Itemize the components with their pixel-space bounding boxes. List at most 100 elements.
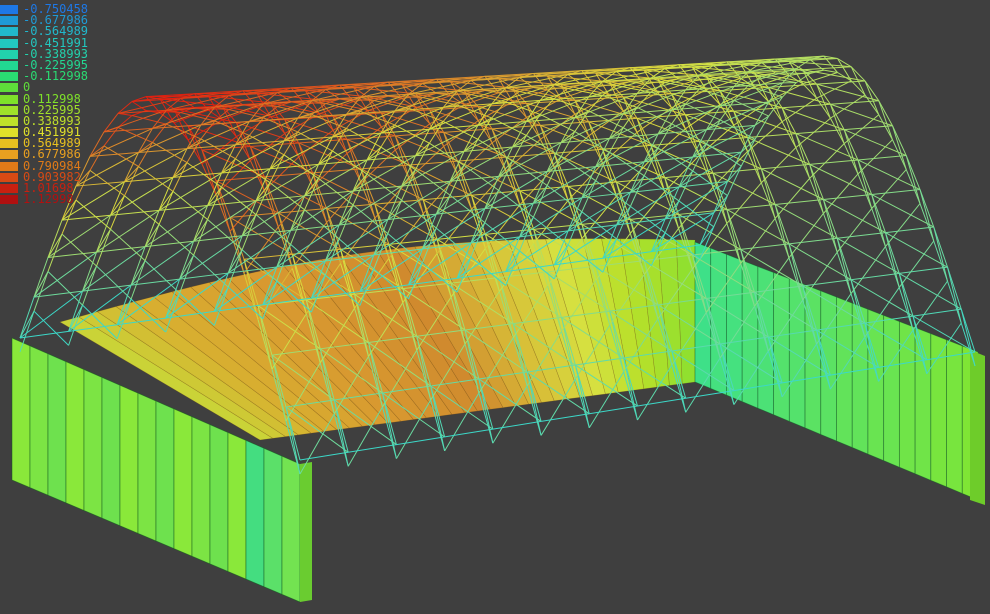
legend-swatch (0, 139, 18, 148)
truss-member (450, 165, 464, 181)
truss-member (913, 281, 947, 330)
truss-member (837, 238, 899, 273)
truss-member (810, 160, 858, 164)
right-wall-panel (915, 328, 931, 481)
legend-swatch (0, 128, 18, 137)
truss-member (810, 178, 824, 213)
truss-member (913, 309, 961, 316)
truss-member (851, 81, 865, 95)
truss-member (506, 171, 520, 205)
truss-member (851, 247, 885, 294)
truss-member (741, 244, 789, 250)
legend-swatch (0, 83, 18, 92)
truss-member (948, 267, 962, 323)
truss-member (761, 183, 775, 219)
legend-swatch (0, 39, 18, 48)
truss-member (637, 92, 651, 107)
truss-member (789, 238, 837, 244)
truss-member (879, 115, 893, 140)
truss-member (837, 209, 872, 253)
truss-member (326, 90, 340, 100)
front-wall-panel (192, 417, 210, 564)
truss-member (851, 273, 899, 279)
truss-member (748, 152, 762, 183)
front-wall-panel (228, 433, 246, 580)
truss-member (899, 273, 913, 330)
truss-member (313, 173, 327, 209)
truss-member (603, 149, 617, 196)
truss-member (630, 162, 644, 193)
truss-member (728, 166, 742, 181)
right-wall-panel (774, 273, 790, 422)
truss-member (885, 227, 933, 233)
truss-member (775, 199, 823, 204)
truss-member (173, 191, 208, 219)
truss-member (748, 138, 810, 165)
truss-member (138, 142, 152, 166)
truss-member (803, 84, 817, 98)
truss-member (97, 266, 132, 299)
model-viewport[interactable] (0, 0, 990, 610)
truss-member (727, 204, 775, 209)
truss-member (589, 95, 603, 111)
truss-member (789, 244, 851, 280)
right-wall-panel (868, 309, 884, 460)
truss-member (885, 233, 899, 288)
front-wall-panel (174, 409, 192, 556)
truss-member (145, 261, 180, 293)
truss-member (285, 119, 299, 156)
legend-swatch (0, 195, 18, 204)
truss-member (111, 229, 146, 260)
front-wall-panel (102, 377, 120, 525)
legend-swatch (0, 173, 18, 182)
truss-member (313, 169, 361, 173)
truss-member (775, 204, 789, 257)
truss-member (823, 195, 871, 200)
truss-member (796, 134, 810, 179)
truss-member (278, 213, 292, 268)
truss-member (638, 398, 686, 406)
truss-member (872, 170, 907, 209)
truss-member (906, 156, 920, 204)
front-wall-panel (84, 370, 102, 519)
truss-member (803, 73, 838, 84)
legend-swatch (0, 27, 18, 36)
truss-member (540, 99, 554, 115)
truss-member (348, 445, 396, 453)
truss-member (899, 267, 947, 273)
truss-member (48, 271, 83, 305)
truss-member (396, 437, 444, 445)
legend-swatch (0, 50, 18, 59)
truss-member (789, 213, 823, 257)
truss-member (458, 157, 506, 161)
truss-member (34, 311, 69, 345)
front-wall-panel (120, 385, 138, 533)
front-wall-panel (12, 338, 30, 488)
truss-member (131, 261, 145, 285)
truss-member (755, 116, 769, 125)
front-wall-panel (48, 354, 66, 503)
truss-member (159, 224, 194, 255)
legend-label: -0.112998 (23, 70, 88, 82)
truss-member (582, 167, 596, 198)
truss-member (872, 195, 886, 247)
truss-member (837, 238, 851, 293)
front-wall-panel (282, 456, 300, 602)
truss-member (152, 124, 166, 142)
legend-swatch (0, 95, 18, 104)
right-wall-panel (695, 242, 711, 389)
truss-member (347, 127, 381, 153)
truss-member (319, 151, 333, 164)
truss-member (216, 177, 264, 181)
truss-member (872, 195, 934, 227)
truss-member (300, 452, 348, 460)
truss-member (616, 182, 630, 233)
truss-member (20, 311, 34, 338)
truss-member (409, 161, 457, 165)
legend-label: 1.12998 (23, 193, 74, 205)
truss-member (885, 204, 920, 247)
truss-member (727, 209, 789, 243)
truss-member (250, 133, 284, 160)
truss-member (837, 233, 885, 239)
legend-swatch (0, 184, 18, 193)
